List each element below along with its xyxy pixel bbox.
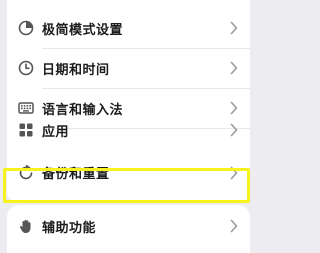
chevron-right-icon bbox=[230, 219, 238, 233]
settings-card: 极简模式设置 日期和时间 语言和输入法 应用 备份和重置 bbox=[7, 0, 250, 203]
settings-item-label: 备份和重置 bbox=[42, 167, 110, 182]
settings-item-label: 极简模式设置 bbox=[42, 22, 124, 38]
settings-item-label: 应用 bbox=[42, 124, 70, 140]
settings-card-accessibility: 辅助功能 bbox=[7, 205, 250, 253]
backup-reset-icon bbox=[18, 164, 34, 181]
hand-icon bbox=[18, 218, 34, 234]
settings-item-minimal-mode[interactable]: 极简模式设置 bbox=[7, 8, 250, 48]
settings-item-label: 日期和时间 bbox=[42, 62, 110, 78]
chevron-right-icon bbox=[230, 61, 238, 75]
minimal-mode-icon bbox=[18, 20, 34, 36]
settings-item-apps[interactable]: 应用 bbox=[7, 110, 250, 150]
apps-grid-icon bbox=[18, 122, 34, 138]
chevron-right-icon bbox=[230, 21, 238, 35]
chevron-right-icon bbox=[230, 166, 238, 179]
settings-item-date-time[interactable]: 日期和时间 bbox=[7, 48, 250, 88]
settings-item-label: 辅助功能 bbox=[42, 220, 97, 236]
settings-item-backup-reset[interactable]: 备份和重置 bbox=[7, 154, 250, 191]
settings-screen: 极简模式设置 日期和时间 语言和输入法 应用 备份和重置 辅助功能 bbox=[0, 0, 257, 253]
settings-item-accessibility[interactable]: 辅助功能 bbox=[7, 206, 250, 246]
clock-icon bbox=[18, 60, 34, 76]
chevron-right-icon bbox=[230, 123, 238, 137]
